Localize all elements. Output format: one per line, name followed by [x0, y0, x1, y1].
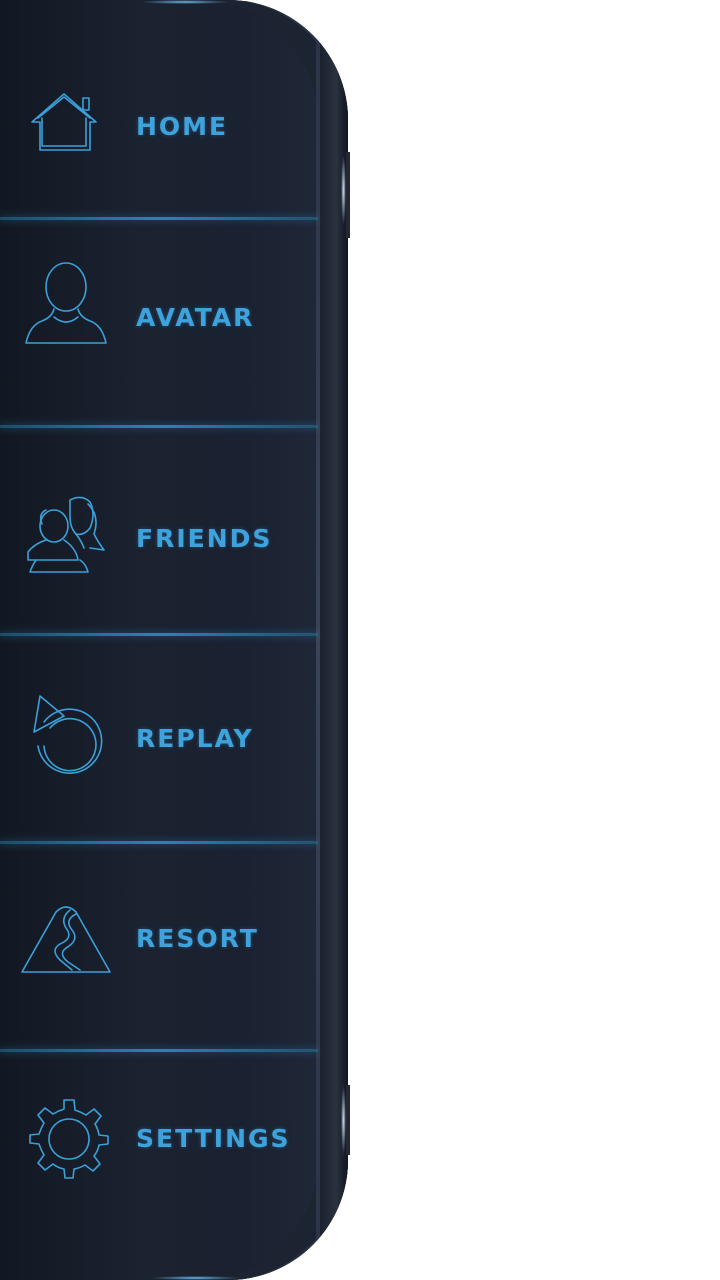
- menu-item-replay[interactable]: REPLAY: [0, 640, 318, 835]
- friends-icon: [24, 494, 106, 574]
- menu-divider: [0, 217, 318, 220]
- panel-side-tab: [346, 152, 350, 238]
- menu-item-label: RESORT: [136, 924, 259, 953]
- menu-divider: [0, 425, 318, 428]
- menu-item-avatar[interactable]: AVATAR: [0, 225, 318, 420]
- menu-item-home[interactable]: HOME: [0, 60, 318, 210]
- menu-divider: [0, 633, 318, 636]
- gear-icon: [28, 1098, 110, 1180]
- rim-glow-bottom: [150, 1276, 240, 1280]
- panel-side-tab: [346, 1085, 350, 1155]
- menu-item-label: AVATAR: [136, 303, 255, 332]
- menu-item-friends[interactable]: FRIENDS: [0, 432, 318, 627]
- replay-icon: [30, 694, 103, 776]
- house-icon: [28, 88, 100, 154]
- menu-item-label: REPLAY: [136, 724, 254, 753]
- menu-item-label: HOME: [136, 112, 229, 141]
- resort-mountain-icon: [20, 904, 112, 974]
- side-menu-panel: HOME AVATAR FRIENDS REPLAY RESORT SETTIN…: [0, 0, 348, 1280]
- menu-item-resort[interactable]: RESORT: [0, 848, 318, 1043]
- menu-item-settings[interactable]: SETTINGS: [0, 1056, 318, 1256]
- menu-divider: [0, 1049, 318, 1052]
- menu-divider: [0, 841, 318, 844]
- avatar-icon: [24, 261, 108, 347]
- menu-item-label: SETTINGS: [136, 1124, 291, 1153]
- rim-glow-top: [140, 0, 230, 4]
- menu-item-label: FRIENDS: [136, 524, 273, 553]
